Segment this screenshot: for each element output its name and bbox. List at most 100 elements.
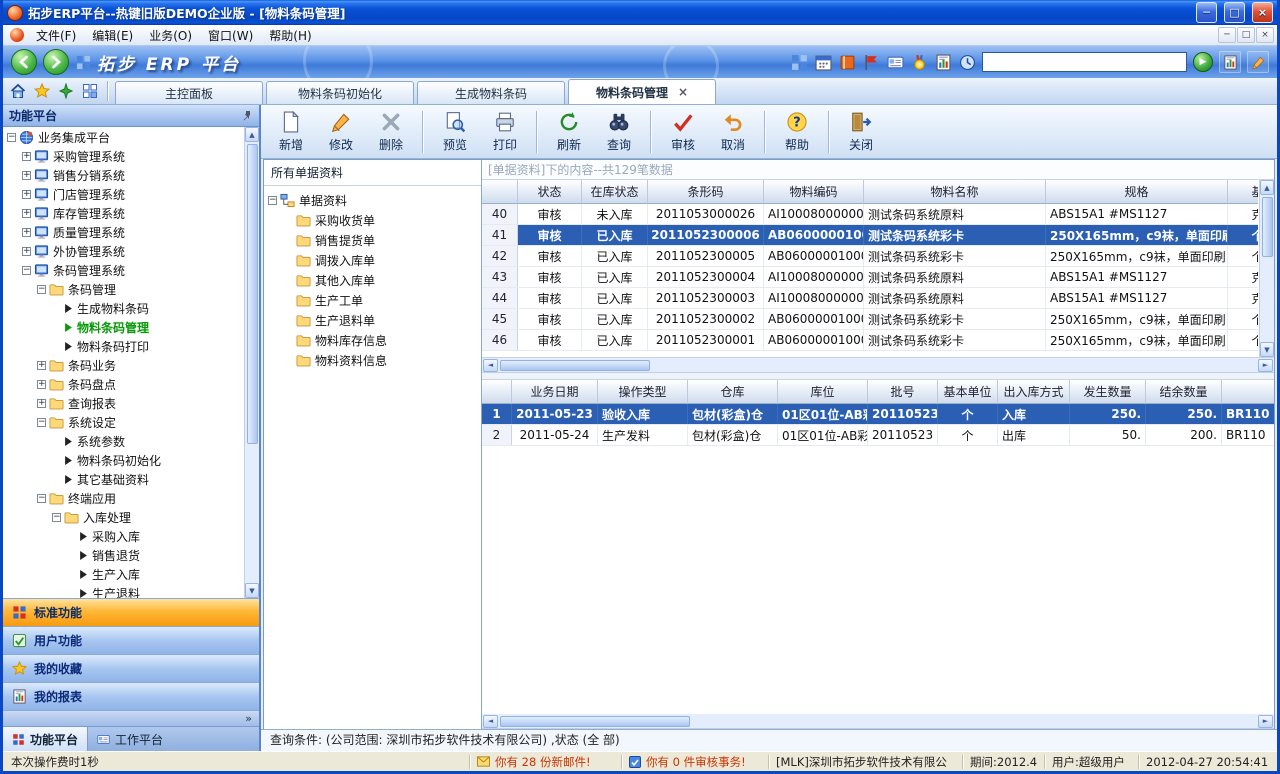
sidebar-tab[interactable]: 工作平台: [88, 727, 172, 751]
tree-expander-icon[interactable]: +: [37, 361, 46, 370]
tree-expander-icon[interactable]: +: [37, 380, 46, 389]
layout-icon[interactable]: [791, 54, 808, 71]
table-row[interactable]: 22011-05-24生产发料包材(彩盒)仓01区01位-AB彩20110523…: [482, 425, 1274, 446]
clock-icon[interactable]: [959, 54, 976, 71]
mdi-close-button[interactable]: ×: [1256, 27, 1274, 43]
tree-item[interactable]: 物料资料信息: [264, 350, 481, 370]
status-audit[interactable]: 你有 0 件审核事务!: [623, 754, 768, 770]
tree-expander-icon[interactable]: −: [37, 285, 46, 294]
apps-button[interactable]: [79, 80, 101, 102]
tree-item[interactable]: +条码业务: [3, 356, 244, 375]
menu-item[interactable]: 文件(F): [28, 26, 84, 45]
tree-item[interactable]: +库存管理系统: [3, 204, 244, 223]
column-header[interactable]: 操作类型: [598, 380, 688, 404]
medal-icon[interactable]: [911, 54, 928, 71]
tree-item[interactable]: 其他入库单: [264, 270, 481, 290]
tree-item[interactable]: −入库处理: [3, 508, 244, 527]
tree-expander-icon[interactable]: +: [22, 152, 31, 161]
book-icon[interactable]: [839, 54, 856, 71]
table-row[interactable]: 42审核已入库2011052300005AB06000001000VM测试条码系…: [482, 246, 1258, 267]
column-header[interactable]: 规格: [1046, 180, 1228, 204]
chevron-icon[interactable]: »: [245, 712, 252, 725]
delete-button[interactable]: 删除: [367, 108, 415, 156]
tree-item[interactable]: 采购收货单: [264, 210, 481, 230]
search-input[interactable]: [982, 52, 1187, 72]
column-header[interactable]: [482, 180, 518, 204]
document-tab[interactable]: 物料条码管理×: [568, 79, 716, 104]
tree-item[interactable]: 生产工单: [264, 290, 481, 310]
search-doc-button[interactable]: [1219, 51, 1241, 73]
column-header[interactable]: 出入库方式: [998, 380, 1070, 404]
cancel-button[interactable]: 取消: [709, 108, 757, 156]
tree-item[interactable]: −终端应用: [3, 489, 244, 508]
favorite-button[interactable]: [31, 80, 53, 102]
help-button[interactable]: ?帮助: [773, 108, 821, 156]
document-tab[interactable]: 生成物料条码: [417, 81, 565, 104]
table-row[interactable]: 41审核已入库2011052300006AB06000001000VM测试条码系…: [482, 225, 1258, 246]
menu-item[interactable]: 编辑(E): [84, 26, 141, 45]
tree-expander-icon[interactable]: +: [22, 171, 31, 180]
tree-expander-icon[interactable]: −: [52, 513, 61, 522]
menu-item[interactable]: 窗口(W): [200, 26, 261, 45]
table-scrollbar[interactable]: ▲ ▼: [1259, 180, 1274, 357]
close-button[interactable]: ×: [1252, 2, 1273, 23]
print-button[interactable]: 打印: [481, 108, 529, 156]
mdi-minimize-button[interactable]: ─: [1218, 27, 1236, 43]
column-header[interactable]: 基本单位: [938, 380, 998, 404]
table-row[interactable]: 12011-05-23验收入库包材(彩盒)仓01区01位-AB彩20110523…: [482, 404, 1274, 425]
column-header[interactable]: 在库状态: [582, 180, 648, 204]
flag-icon[interactable]: [863, 54, 880, 71]
tree-item[interactable]: 销售退货: [3, 546, 244, 565]
edit-button[interactable]: 修改: [317, 108, 365, 156]
search-go-button[interactable]: ▶: [1193, 52, 1213, 72]
sparkle-button[interactable]: [55, 80, 77, 102]
closedoor-button[interactable]: 关闭: [837, 108, 885, 156]
accordion-active-item[interactable]: 标准功能: [3, 598, 259, 626]
tree-expander-icon[interactable]: +: [22, 209, 31, 218]
column-header[interactable]: 状态: [518, 180, 582, 204]
more-buttons-row[interactable]: »: [3, 710, 259, 726]
tree-item[interactable]: −业务集成平台: [3, 128, 244, 147]
detail-hscrollbar[interactable]: ◄ ►: [482, 714, 1274, 729]
tree-item[interactable]: 系统参数: [3, 432, 244, 451]
audit-button[interactable]: 审核: [659, 108, 707, 156]
tree-item[interactable]: −条码管理: [3, 280, 244, 299]
scroll-down-icon[interactable]: ▼: [1260, 342, 1274, 357]
column-header[interactable]: 业务日期: [512, 380, 598, 404]
column-header[interactable]: 物料编码: [764, 180, 864, 204]
column-header[interactable]: 基: [1228, 180, 1258, 204]
column-header[interactable]: [1222, 380, 1274, 404]
forward-button[interactable]: [43, 49, 69, 75]
accordion-item[interactable]: 我的报表: [3, 682, 259, 710]
scroll-thumb[interactable]: [500, 360, 650, 371]
column-header[interactable]: 条形码: [648, 180, 764, 204]
tab-close-icon[interactable]: ×: [678, 85, 688, 99]
search-edit-button[interactable]: [1247, 51, 1269, 73]
scroll-left-icon[interactable]: ◄: [483, 359, 498, 372]
scroll-up-icon[interactable]: ▲: [1260, 180, 1274, 195]
accordion-item[interactable]: 我的收藏: [3, 654, 259, 682]
scroll-thumb[interactable]: [500, 716, 690, 727]
table-row[interactable]: 40审核未入库2011053000026AI10008000000VM测试条码系…: [482, 204, 1258, 225]
pin-icon[interactable]: [240, 109, 253, 122]
tree-item[interactable]: 物料条码管理: [3, 318, 244, 337]
sidebar-tab[interactable]: 功能平台: [3, 727, 88, 751]
tree-item[interactable]: +质量管理系统: [3, 223, 244, 242]
tree-item[interactable]: +采购管理系统: [3, 147, 244, 166]
accordion-item[interactable]: 用户功能: [3, 626, 259, 654]
tree-expander-icon[interactable]: +: [22, 228, 31, 237]
scroll-left-icon[interactable]: ◄: [483, 715, 498, 728]
tree-item[interactable]: 生产退料单: [264, 310, 481, 330]
tree-expander-icon[interactable]: −: [7, 133, 16, 142]
document-tab[interactable]: 主控面板: [115, 81, 263, 104]
new-button[interactable]: 新增: [267, 108, 315, 156]
tree-expander-icon[interactable]: −: [22, 266, 31, 275]
column-header[interactable]: 发生数量: [1070, 380, 1146, 404]
column-header[interactable]: 仓库: [688, 380, 778, 404]
tree-item[interactable]: −单据资料: [264, 190, 481, 210]
tree-expander-icon[interactable]: +: [22, 190, 31, 199]
tree-expander-icon[interactable]: −: [268, 196, 277, 205]
tree-expander-icon[interactable]: +: [37, 399, 46, 408]
scroll-right-icon[interactable]: ►: [1258, 359, 1273, 372]
tree-item[interactable]: 物料库存信息: [264, 330, 481, 350]
